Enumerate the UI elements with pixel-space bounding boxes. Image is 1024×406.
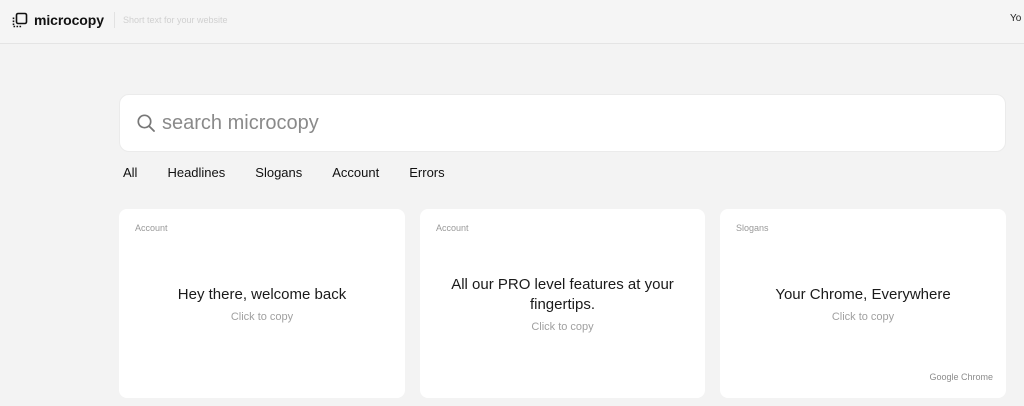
tagline: Short text for your website xyxy=(114,12,228,28)
card-text: Hey there, welcome back xyxy=(177,285,347,303)
copy-hint: Click to copy xyxy=(831,310,895,323)
tab-all[interactable]: All xyxy=(123,164,137,182)
card-body: Hey there, welcome back Click to copy xyxy=(143,209,381,398)
user-menu[interactable]: Yo xyxy=(1010,12,1024,26)
card-body: All our PRO level features at your finge… xyxy=(444,209,681,398)
search-icon xyxy=(137,114,155,132)
copy-hint: Click to copy xyxy=(230,310,294,323)
tab-errors[interactable]: Errors xyxy=(409,164,444,182)
card-text: All our PRO level features at your finge… xyxy=(451,275,674,313)
tab-account[interactable]: Account xyxy=(332,164,379,182)
copy-card[interactable]: Account All our PRO level features at yo… xyxy=(420,209,705,398)
search-bar[interactable] xyxy=(119,94,1006,152)
copy-card[interactable]: Account Hey there, welcome back Click to… xyxy=(119,209,405,398)
copy-card[interactable]: Slogans Your Chrome, Everywhere Click to… xyxy=(720,209,1006,398)
card-text: Your Chrome, Everywhere xyxy=(775,285,951,303)
search-input[interactable] xyxy=(162,95,982,151)
copy-hint: Click to copy xyxy=(531,320,594,333)
card-body: Your Chrome, Everywhere Click to copy xyxy=(744,209,982,398)
brand-name: microcopy xyxy=(34,12,104,28)
category-tabs: All Headlines Slogans Account Errors xyxy=(123,164,445,182)
tab-headlines[interactable]: Headlines xyxy=(167,164,225,182)
tab-slogans[interactable]: Slogans xyxy=(255,164,302,182)
top-bar: microcopy Short text for your website Yo xyxy=(0,0,1024,44)
card-source: Google Chrome xyxy=(929,372,993,382)
logo-link[interactable]: microcopy xyxy=(12,10,104,30)
microcopy-logo-icon xyxy=(12,12,28,28)
